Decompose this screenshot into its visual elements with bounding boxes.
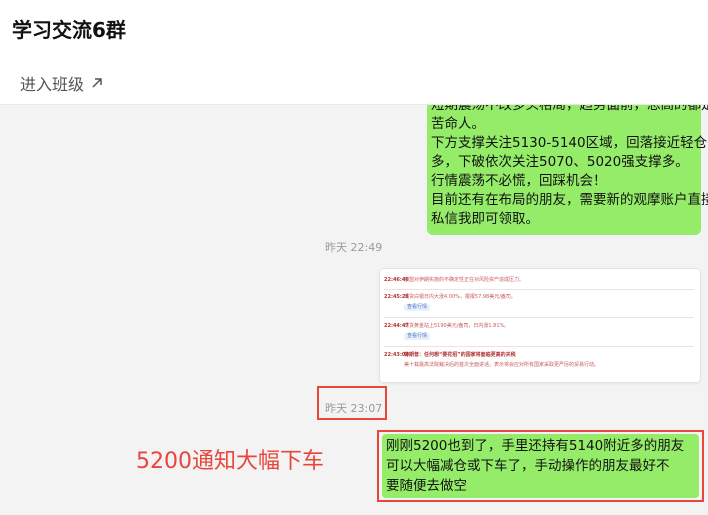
timestamp: 昨天 22:49 (325, 241, 383, 254)
group-title: 学习交流6群 (12, 18, 126, 42)
divider (384, 317, 694, 318)
news-text: 欧盟对伊朗实施的不确定性正在对风险资产造成压力。 (404, 277, 525, 283)
message-line: 苦命人。 (431, 116, 485, 132)
message-line: 多，下破依次关注5070、5020强支撑多。 (431, 154, 689, 170)
chat-area[interactable]: 短期震荡不改多头格局，趋势面前，恐高的都是 苦命人。 下方支撑关注5130-51… (0, 104, 708, 515)
enter-class-link[interactable]: 进入班级 (20, 71, 104, 95)
arrow-up-right-icon (92, 78, 102, 88)
message-line: 可以大幅减仓或下车了，手动操作的朋友最好不 (386, 458, 670, 474)
enter-class-label: 进入班级 (20, 75, 85, 94)
message-line: 目前还有在布局的朋友，需要新的观摩账户直接 (431, 192, 708, 208)
news-tag: 查看行情 (404, 333, 431, 340)
message-line: 短期震荡不改多头格局，趋势面前，恐高的都是 (431, 104, 708, 113)
message-line: 要随便去做空 (386, 478, 467, 494)
message-line: 私信我即可领取。 (431, 211, 539, 227)
message-line: 刚刚5200也到了，手里还持有5140附近多的朋友 (386, 438, 685, 454)
divider (384, 289, 694, 290)
chat-header: 学习交流6群 进入班级 (0, 0, 708, 105)
message-bubble[interactable]: 刚刚5200也到了，手里还持有5140附近多的朋友 可以大幅减仓或下车了，手动操… (382, 434, 699, 498)
message-line: 行情震荡不必慌，回踩机会！ (431, 173, 607, 189)
message-bubble[interactable]: 短期震荡不改多头格局，趋势面前，恐高的都是 苦命人。 下方支撑关注5130-51… (427, 104, 708, 235)
message-line: 下方支撑关注5130-5140区域，回落接近轻仓 (431, 135, 708, 151)
news-text: 现货白银日内大涨4.00%，报报57.98美元/盎司。 (404, 294, 516, 300)
news-title: 特朗普：任何想“要花招”的国家将面临更高的关税 (404, 352, 516, 358)
news-text: 现货黄金站上5190美元/盎司，日内涨1.81%。 (404, 323, 510, 329)
news-tag: 查看行情 (404, 304, 431, 311)
news-text: 美十载最高法院裁决后的首次全面讲话，表示将会应对所有国家采取更严厉的贸易行动。 (404, 362, 600, 368)
news-image-message[interactable]: 22:46:46 欧盟对伊朗实施的不确定性正在对风险资产造成压力。 22:45:… (379, 268, 701, 383)
timestamp: 昨天 23:07 (325, 402, 383, 415)
divider (384, 346, 694, 347)
annotation-text: 5200通知大幅下车 (136, 449, 324, 474)
